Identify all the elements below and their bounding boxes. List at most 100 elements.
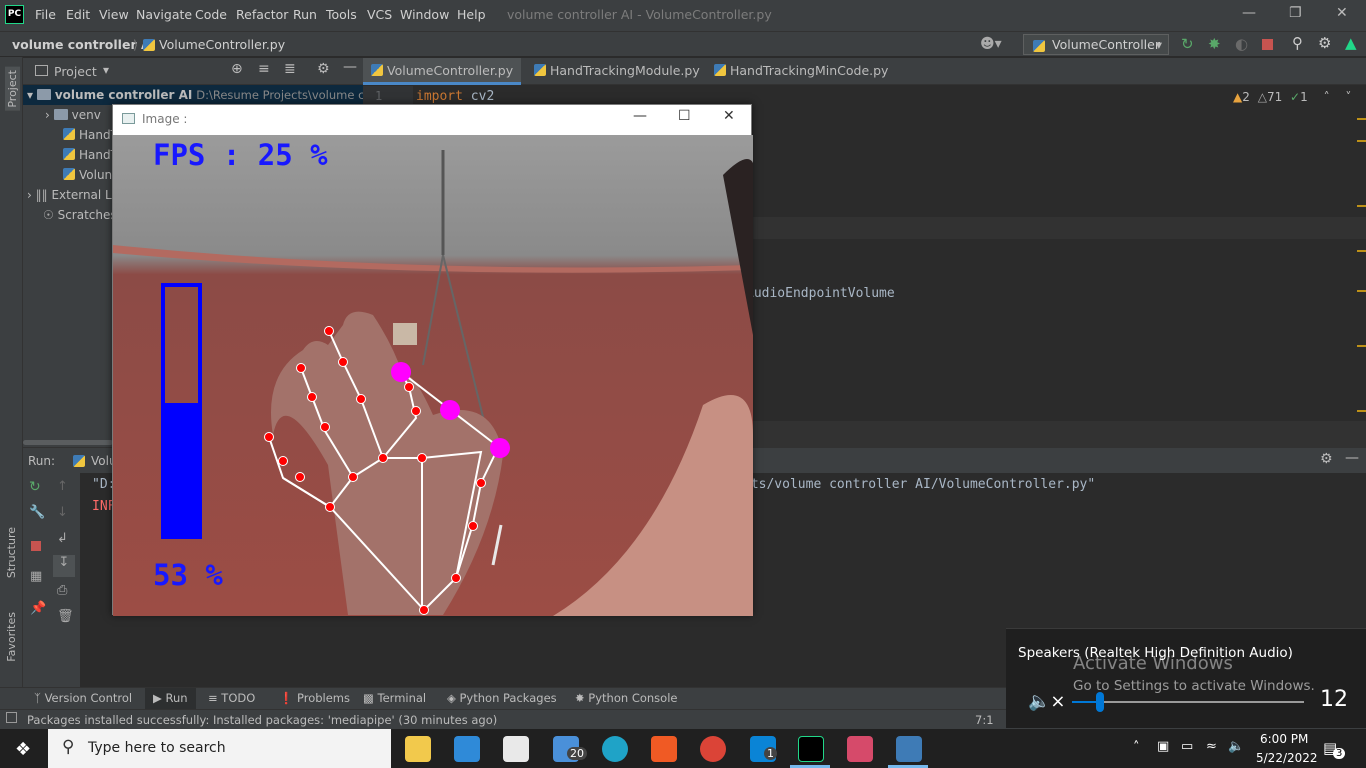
tab-label: Run [165, 691, 188, 705]
tab-hand-tracking-min-code[interactable]: HandTrackingMinCode.py × [706, 58, 891, 104]
menu-tools[interactable]: Tools [326, 7, 357, 22]
menu-run[interactable]: Run [293, 7, 317, 22]
wrench-icon[interactable]: 🔧 [29, 505, 45, 520]
rerun-icon[interactable]: ↻ [1181, 35, 1194, 53]
collapse-all-icon[interactable]: ≣ [284, 61, 296, 77]
opencv-title-bar[interactable]: Image : — ☐ ✕ [113, 105, 751, 135]
search-icon[interactable]: ⚲ [1292, 34, 1303, 52]
stop-icon[interactable] [1262, 39, 1273, 50]
inspection-widget[interactable]: ▲2 △71 ✓1 ˄ ˅ [1233, 90, 1351, 104]
weak-warning-count: 71 [1266, 90, 1283, 104]
tab-todo[interactable]: ≡ TODO [208, 691, 255, 705]
menu-vcs[interactable]: VCS [367, 7, 392, 22]
debug-icon[interactable]: ✸ [1208, 35, 1221, 53]
snip-icon[interactable] [847, 736, 873, 762]
chevron-down-icon[interactable]: ˅ [1345, 90, 1351, 104]
menu-help[interactable]: Help [457, 7, 486, 22]
edge-icon[interactable] [602, 736, 628, 762]
project-panel-title[interactable]: Project [54, 64, 97, 79]
brave-icon[interactable] [651, 736, 677, 762]
rerun-icon[interactable]: ↻ [29, 479, 41, 495]
editor-tabs: VolumeController.py × HandTrackingModule… [363, 58, 1366, 104]
locate-icon[interactable]: ⊕ [231, 61, 243, 77]
user-icon[interactable]: ☻▾ [980, 36, 1002, 52]
meet-icon[interactable]: ▣ [1157, 739, 1169, 754]
plugin-icon[interactable]: ▲ [1345, 34, 1357, 52]
tab-terminal[interactable]: ▩ Terminal [363, 691, 426, 705]
scroll-to-end-icon[interactable]: ↧ [53, 555, 75, 577]
chevron-up-icon[interactable]: ˄ [1324, 90, 1330, 104]
project-tool-tab[interactable]: Project [5, 67, 20, 111]
window-title: volume controller AI - VolumeController.… [507, 7, 772, 22]
tab-problems[interactable]: ❗ Problems [279, 691, 350, 705]
opencv-image-window[interactable]: Image : — ☐ ✕ FPS: 25 % 53 % [112, 104, 753, 616]
gear-icon[interactable]: ⚙ [1318, 34, 1331, 52]
tab-python-console[interactable]: ✸ Python Console [575, 691, 677, 705]
run-config-select[interactable]: VolumeController ▾ [1023, 34, 1169, 55]
close-icon[interactable]: ✕ [1336, 5, 1348, 21]
layout-icon[interactable]: ▦ [30, 569, 42, 584]
menu-view[interactable]: View [99, 7, 129, 22]
python-icon[interactable] [896, 736, 922, 762]
typo-icon: ✓ [1290, 90, 1301, 104]
restore-icon[interactable]: ❐ [1289, 5, 1302, 21]
menu-window[interactable]: Window [400, 7, 449, 22]
structure-tool-tab[interactable]: Structure [5, 527, 18, 578]
gear-icon[interactable]: ⚙ [1320, 451, 1333, 467]
tab-python-packages[interactable]: ◈ Python Packages [447, 691, 557, 705]
chevron-up-icon[interactable]: ˄ [1133, 740, 1140, 755]
speaker-muted-icon[interactable]: 🔈 [1228, 739, 1244, 754]
down-icon[interactable]: ↓ [57, 505, 68, 520]
chevron-down-icon[interactable]: ▾ [103, 63, 109, 77]
store-icon[interactable] [503, 736, 529, 762]
gear-icon[interactable]: ⚙ [317, 61, 330, 77]
webcam-frame: FPS : 25 % 53 % [113, 135, 753, 616]
hide-icon[interactable]: — [343, 59, 357, 75]
tree-item-root[interactable]: ▾ volume controller AI D:\Resume Project… [23, 85, 388, 105]
pin-icon[interactable]: 📌 [30, 601, 46, 616]
print-icon[interactable]: ⎙ [57, 583, 67, 598]
menu-file[interactable]: File [35, 7, 56, 22]
up-icon[interactable]: ↑ [57, 479, 68, 494]
wifi-icon[interactable]: ≈ [1206, 739, 1217, 754]
battery-icon[interactable]: ▭ [1181, 739, 1193, 754]
chrome-icon[interactable] [700, 736, 726, 762]
tab-run[interactable]: ▶ Run [145, 688, 196, 710]
pycharm-logo-icon[interactable]: PC [5, 5, 24, 24]
tab-volume-controller[interactable]: VolumeController.py × [363, 58, 521, 104]
caret-position[interactable]: 7:1 [975, 713, 994, 727]
vscode-icon[interactable] [454, 736, 480, 762]
volume-slider-thumb[interactable] [1096, 692, 1104, 712]
clock-date[interactable]: 5/22/2022 [1256, 751, 1318, 765]
status-message[interactable]: Packages installed successfully: Install… [27, 713, 497, 727]
mute-icon[interactable]: 🔈× [1028, 691, 1066, 712]
stop-icon[interactable] [31, 541, 41, 551]
taskbar-search[interactable]: ⚲ Type here to search [48, 729, 391, 768]
clock-time[interactable]: 6:00 PM [1260, 732, 1308, 746]
tab-version-control[interactable]: ᛉ Version Control [34, 691, 132, 705]
volume-slider[interactable] [1072, 692, 1304, 712]
breadcrumb-file[interactable]: VolumeController.py [159, 37, 285, 52]
minimize-icon[interactable]: — [633, 108, 647, 124]
expand-all-icon[interactable]: ≡ [258, 61, 270, 77]
menu-edit[interactable]: Edit [66, 7, 90, 22]
coverage-icon[interactable]: ◐ [1235, 35, 1248, 53]
warning-count: 2 [1242, 90, 1250, 104]
close-icon[interactable]: ✕ [723, 108, 735, 124]
tab-hand-tracking-module[interactable]: HandTrackingModule.py × [526, 58, 702, 104]
status-toggle-icon[interactable] [6, 712, 17, 723]
windows-start-icon[interactable]: ❖ [15, 739, 31, 760]
menu-refactor[interactable]: Refactor [236, 7, 288, 22]
file-explorer-icon[interactable] [405, 736, 431, 762]
maximize-icon[interactable]: ☐ [678, 108, 691, 124]
trash-icon[interactable]: 🗑 [57, 609, 74, 624]
pycharm-taskbar-icon[interactable] [798, 736, 824, 762]
hide-icon[interactable]: — [1345, 450, 1359, 466]
menu-code[interactable]: Code [195, 7, 227, 22]
minimize-icon[interactable]: — [1242, 5, 1256, 21]
menu-navigate[interactable]: Navigate [136, 7, 192, 22]
favorites-tool-tab[interactable]: Favorites [5, 612, 18, 662]
tab-label: VolumeController.py [387, 63, 514, 78]
scrollbar-thumb[interactable] [23, 440, 113, 445]
soft-wrap-icon[interactable]: ↲ [57, 531, 68, 546]
